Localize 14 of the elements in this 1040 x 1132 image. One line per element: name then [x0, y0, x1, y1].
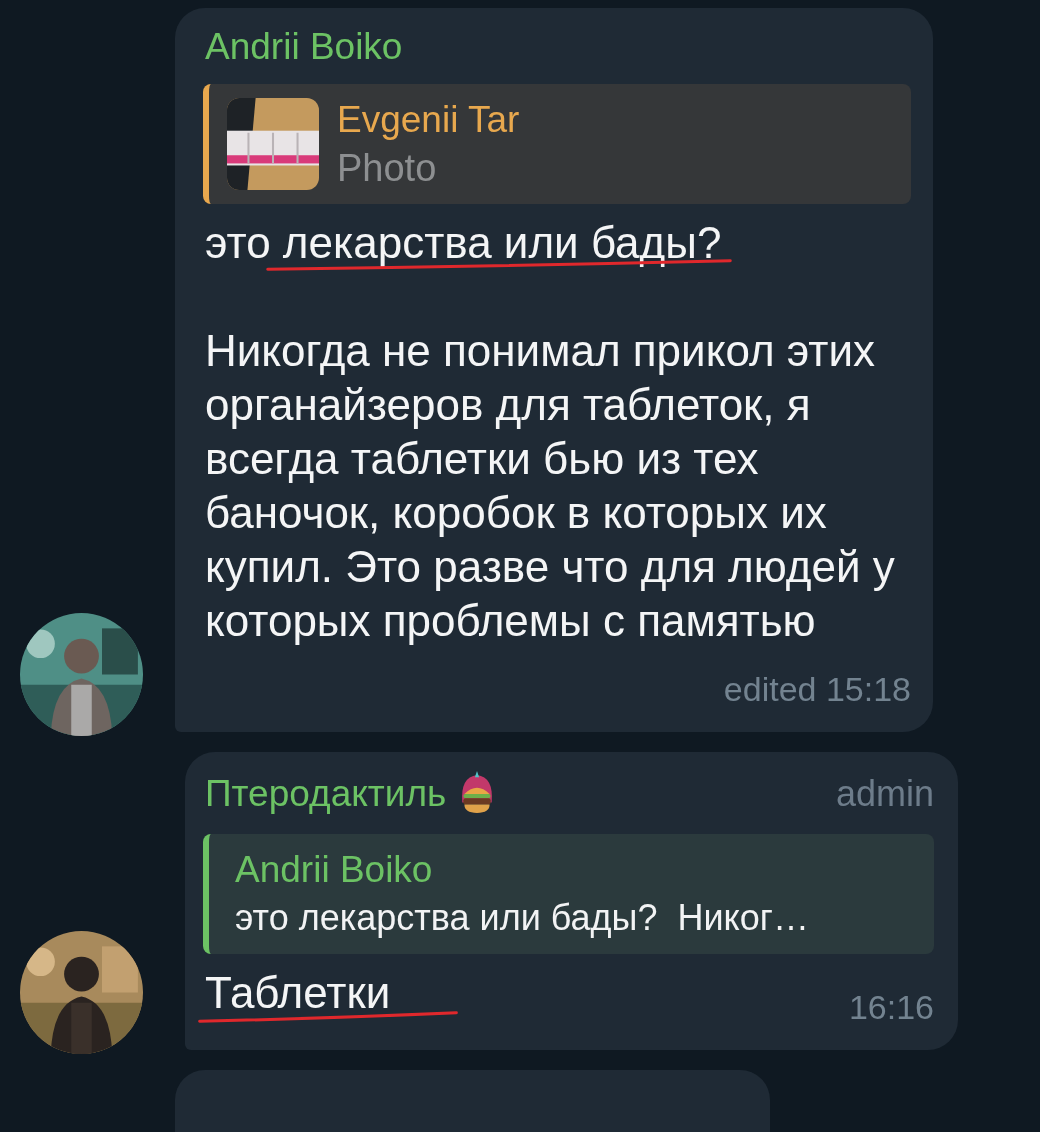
- reply-preview[interactable]: Andrii Boiko это лекарства или бады? Никог…: [203, 834, 934, 954]
- message-time: 16:16: [848, 987, 934, 1028]
- message-text: Никогда не понимал прикол этих органайзеров для таблеток, я всегда таблетки бью из тех баночок, коробок в которых их купил. Это разве что для людей у которых проблемы с памятью: [205, 326, 896, 645]
- reply-preview[interactable]: Evgenii Tar Photo: [203, 84, 911, 204]
- message-time: edited 15:18: [723, 669, 911, 710]
- reply-author: Andrii Boiko: [235, 848, 434, 892]
- reply-author: Evgenii Tar: [337, 98, 520, 142]
- reply-text: Photo: [337, 146, 438, 191]
- message-text: это лекарства или бады?: [205, 218, 722, 267]
- sender-name[interactable]: Птеродактиль: [205, 773, 447, 815]
- message-text: Таблетки: [205, 968, 391, 1017]
- role-label: admin: [835, 773, 934, 815]
- reply-text: это лекарства или бады? Никог…: [235, 896, 809, 940]
- sender-name[interactable]: Andrii Boiko: [205, 26, 403, 68]
